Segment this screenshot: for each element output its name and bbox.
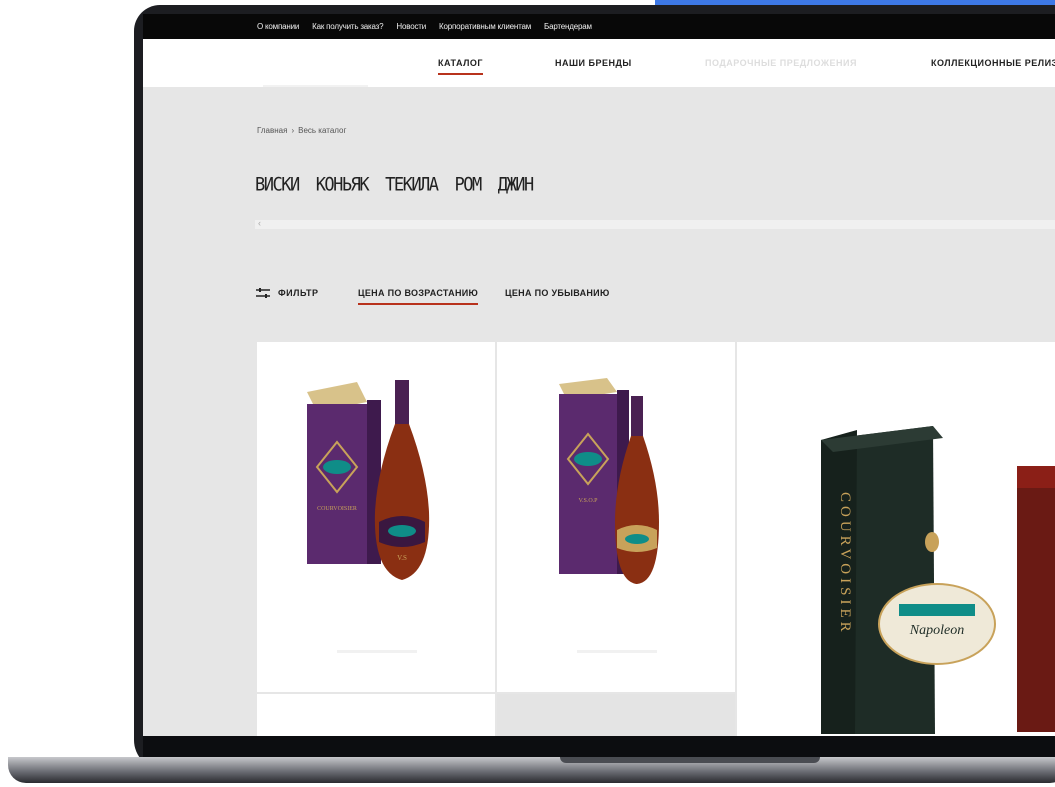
filter-sliders-icon — [256, 288, 270, 298]
logo-placeholder — [263, 85, 368, 87]
laptop-base — [8, 757, 1055, 783]
filter-button[interactable]: ФИЛЬТР — [256, 288, 319, 298]
box-brand-text-1: COURVOISIER — [317, 506, 357, 512]
topbar-link-news[interactable]: Новости — [396, 22, 426, 31]
category-cognac[interactable]: КОНЬЯК — [316, 174, 370, 196]
breadcrumb: Главная › Весь каталог — [257, 126, 346, 135]
product-image-napoleon: COURVOISIER Napoleon — [821, 426, 1055, 734]
scroll-left-icon[interactable]: ‹ — [258, 218, 261, 228]
topbar-link-delivery[interactable]: Как получить заказ? — [312, 22, 383, 31]
product-image-vsop: V.S.O.P — [559, 378, 659, 584]
topbar-link-about[interactable]: О компании — [257, 22, 299, 31]
bottle-label-text-1: V.S — [397, 554, 407, 562]
filter-label: ФИЛЬТР — [278, 288, 319, 298]
nav-brands[interactable]: НАШИ БРЕНДЫ — [555, 58, 632, 68]
product-card[interactable]: COURVOISIER V.S — [257, 342, 495, 692]
product-caption — [337, 650, 417, 653]
box-brand-text-3: COURVOISIER — [837, 492, 853, 636]
nav-collection[interactable]: КОЛЛЕКЦИОННЫЕ РЕЛИЗЫ — [931, 58, 1055, 68]
bottle-label-text-3: Napoleon — [909, 623, 964, 638]
category-scrollbar[interactable]: ‹ — [255, 218, 1055, 229]
sort-descending[interactable]: ЦЕНА ПО УБЫВАНИЮ — [505, 288, 610, 298]
product-card[interactable] — [257, 694, 495, 736]
product-card[interactable] — [497, 694, 735, 736]
breadcrumb-home[interactable]: Главная — [257, 126, 287, 135]
category-tequila[interactable]: ТЕКИЛА — [385, 174, 439, 196]
product-caption — [577, 650, 657, 653]
sort-ascending[interactable]: ЦЕНА ПО ВОЗРАСТАНИЮ — [358, 288, 479, 305]
breadcrumb-current: Весь каталог — [298, 126, 347, 135]
bottle-label-text-2: V.S.O.P — [578, 498, 598, 504]
top-info-bar: О компании Как получить заказ? Новости К… — [143, 14, 1055, 39]
product-card[interactable]: V.S.O.P — [497, 342, 735, 692]
browser-screen: О компании Как получить заказ? Новости К… — [143, 14, 1055, 736]
topbar-link-corporate[interactable]: Корпоративным клиентам — [439, 22, 531, 31]
product-image-vs: COURVOISIER V.S — [307, 380, 430, 580]
category-tabs: ВИСКИ КОНЬЯК ТЕКИЛА РОМ ДЖИН — [255, 174, 534, 196]
product-card[interactable]: COURVOISIER Napoleon — [737, 342, 1055, 736]
breadcrumb-separator: › — [291, 126, 295, 135]
category-whisky[interactable]: ВИСКИ — [255, 174, 300, 196]
category-rum[interactable]: РОМ — [455, 174, 483, 196]
nav-gifts[interactable]: ПОДАРОЧНЫЕ ПРЕДЛОЖЕНИЯ — [705, 58, 857, 68]
laptop-notch — [560, 757, 820, 763]
main-navigation: КАТАЛОГ НАШИ БРЕНДЫ ПОДАРОЧНЫЕ ПРЕДЛОЖЕН… — [143, 39, 1055, 87]
category-gin[interactable]: ДЖИН — [498, 174, 534, 196]
nav-catalog[interactable]: КАТАЛОГ — [438, 58, 484, 75]
topbar-link-bartenders[interactable]: Бартендерам — [544, 22, 592, 31]
